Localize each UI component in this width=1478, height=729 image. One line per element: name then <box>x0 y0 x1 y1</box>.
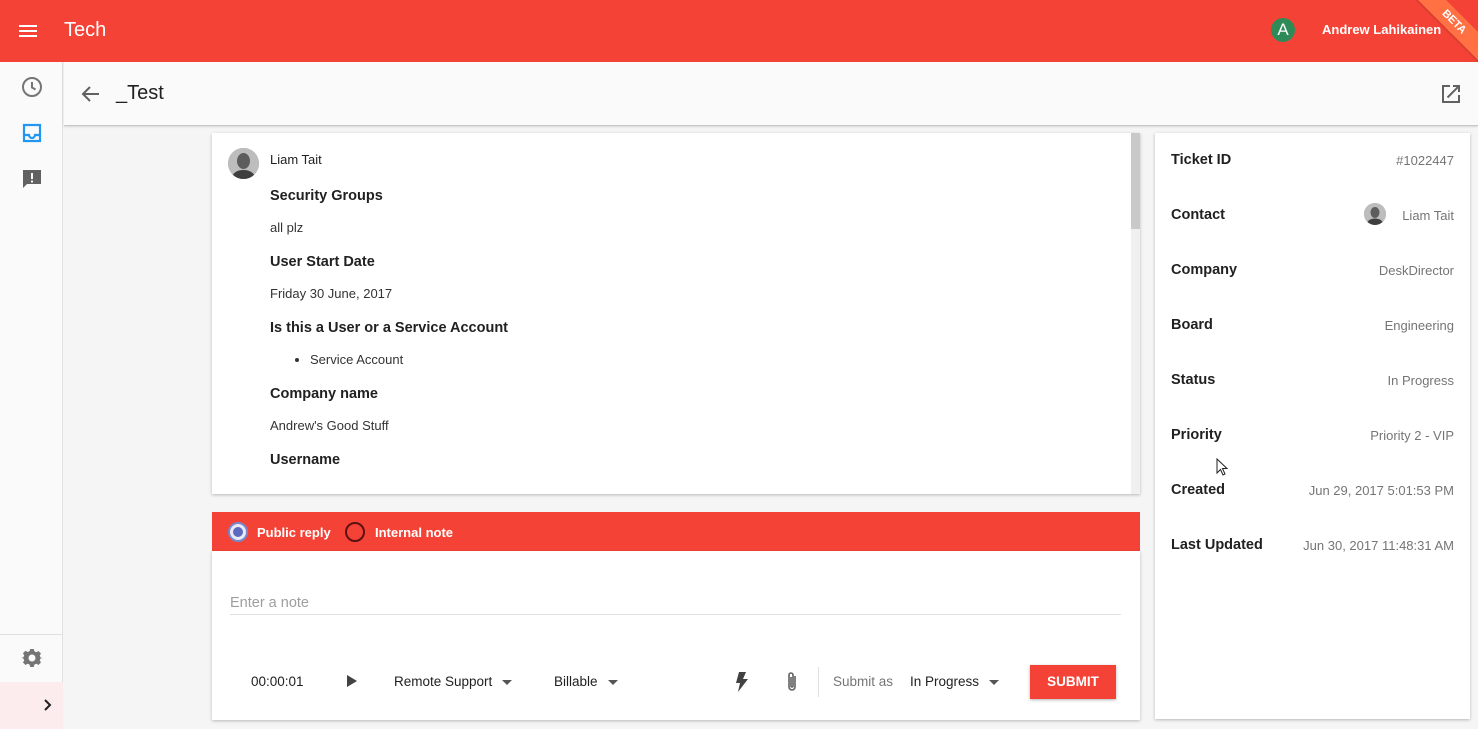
play-icon[interactable] <box>345 673 359 689</box>
field-heading: Company name <box>270 386 378 402</box>
detail-value: Jun 30, 2017 11:48:31 AM <box>1303 538 1454 553</box>
detail-label: Ticket ID <box>1171 152 1232 168</box>
work-type-dropdown[interactable]: Remote Support <box>394 674 513 689</box>
submit-as-label: Submit as <box>833 674 894 689</box>
back-arrow-icon[interactable] <box>79 82 103 106</box>
submit-status-value: In Progress <box>910 674 980 689</box>
ticket-details-panel: Ticket ID #1022447 Contact Liam Tait Com… <box>1155 133 1470 719</box>
app-title: Tech <box>64 19 107 41</box>
field-value: Andrew's Good Stuff <box>270 418 389 433</box>
lightning-bolt-icon[interactable] <box>734 671 750 693</box>
work-type-value: Remote Support <box>394 674 493 689</box>
author-avatar <box>228 148 259 179</box>
time-entry-timer: 00:00:01 <box>251 674 304 689</box>
public-reply-radio[interactable] <box>228 522 248 542</box>
detail-value[interactable]: Liam Tait <box>1402 208 1454 223</box>
reply-composer: 00:00:01 Remote Support Billable Submit … <box>212 551 1140 720</box>
scrollbar-thumb[interactable] <box>1131 133 1140 229</box>
submit-status-dropdown[interactable]: In Progress <box>910 674 1000 689</box>
message-author: Liam Tait <box>270 152 322 167</box>
note-input[interactable] <box>230 591 1121 615</box>
message-scrollbar[interactable] <box>1131 133 1140 494</box>
detail-label: Company <box>1171 262 1238 278</box>
mouse-cursor-icon <box>1216 458 1228 476</box>
paperclip-icon[interactable] <box>783 670 801 694</box>
ticket-title: _Test <box>116 82 164 104</box>
detail-row-ticket-id: Ticket ID #1022447 <box>1171 148 1454 172</box>
detail-value: #1022447 <box>1396 153 1454 168</box>
message-body: Security Groups all plz User Start Date … <box>270 188 1090 484</box>
field-value: Friday 30 June, 2017 <box>270 286 393 301</box>
hamburger-menu-icon[interactable] <box>16 19 40 43</box>
detail-value: Priority 2 - VIP <box>1370 428 1454 443</box>
toolbar-divider <box>818 667 819 697</box>
detail-label: Status <box>1171 372 1216 388</box>
chevron-down-icon <box>607 679 618 685</box>
detail-label: Created <box>1171 482 1225 498</box>
field-heading: Security Groups <box>270 188 383 204</box>
chevron-right-icon <box>44 699 52 711</box>
field-bullet-list: Service Account <box>310 352 1090 367</box>
expand-rail-button[interactable] <box>0 682 63 729</box>
rail-divider <box>0 634 63 635</box>
detail-label: Priority <box>1171 427 1222 443</box>
inbox-icon[interactable] <box>20 121 44 145</box>
chevron-down-icon <box>989 679 1000 685</box>
detail-row-priority: Priority Priority 2 - VIP <box>1171 423 1454 447</box>
detail-row-last-updated: Last Updated Jun 30, 2017 11:48:31 AM <box>1171 533 1454 557</box>
detail-label: Last Updated <box>1171 537 1263 553</box>
billing-value: Billable <box>554 674 598 689</box>
top-app-bar: Tech A Andrew Lahikainen BETA <box>0 0 1478 62</box>
detail-value: Engineering <box>1384 318 1454 333</box>
detail-row-company: Company DeskDirector <box>1171 258 1454 282</box>
user-name[interactable]: Andrew Lahikainen <box>1322 22 1441 37</box>
field-heading: Username <box>270 452 341 468</box>
clock-icon[interactable] <box>20 75 44 99</box>
feedback-icon[interactable] <box>20 167 44 191</box>
detail-row-board: Board Engineering <box>1171 313 1454 337</box>
contact-avatar <box>1364 203 1386 225</box>
field-value: all plz <box>270 220 304 235</box>
ticket-header: _Test <box>64 62 1478 126</box>
submit-button[interactable]: SUBMIT <box>1030 665 1116 699</box>
billing-dropdown[interactable]: Billable <box>554 674 618 689</box>
left-nav-rail <box>0 62 63 729</box>
field-bullet-item: Service Account <box>310 352 1090 367</box>
reply-type-bar: Public reply Internal note <box>212 512 1140 551</box>
open-in-new-icon[interactable] <box>1439 82 1463 106</box>
detail-row-created: Created Jun 29, 2017 5:01:53 PM <box>1171 478 1454 502</box>
chevron-down-icon <box>502 679 513 685</box>
message-card: Liam Tait Security Groups all plz User S… <box>212 133 1140 494</box>
field-heading: User Start Date <box>270 254 375 270</box>
detail-row-contact: Contact Liam Tait <box>1171 203 1454 227</box>
detail-label: Contact <box>1171 207 1225 223</box>
internal-note-radio[interactable] <box>345 522 365 542</box>
detail-value: DeskDirector <box>1378 263 1454 278</box>
public-reply-label[interactable]: Public reply <box>257 525 331 540</box>
detail-value: Jun 29, 2017 5:01:53 PM <box>1308 483 1454 498</box>
field-heading: Is this a User or a Service Account <box>270 320 509 336</box>
detail-value: In Progress <box>1387 373 1454 388</box>
detail-row-status: Status In Progress <box>1171 368 1454 392</box>
detail-label: Board <box>1171 317 1213 333</box>
gear-icon[interactable] <box>20 646 44 670</box>
user-avatar[interactable]: A <box>1271 18 1295 42</box>
internal-note-label[interactable]: Internal note <box>375 525 453 540</box>
